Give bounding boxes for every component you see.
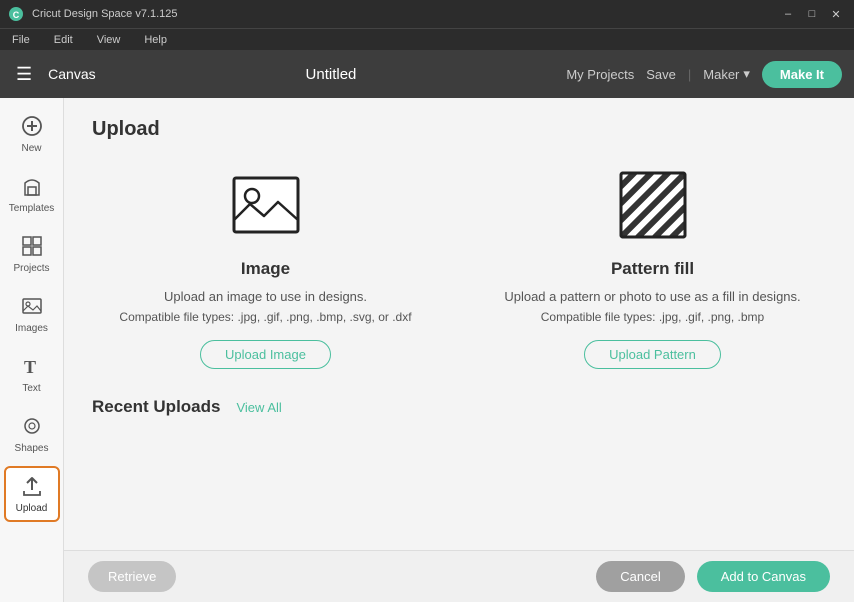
window-controls: – □ ✕	[778, 6, 846, 22]
pattern-option-desc: Upload a pattern or photo to use as a fi…	[504, 289, 800, 304]
my-projects-link[interactable]: My Projects	[566, 67, 634, 82]
maker-chevron-icon: ▾	[743, 66, 750, 82]
sidebar-item-templates-label: Templates	[9, 203, 55, 214]
pattern-option-compat: Compatible file types: .jpg, .gif, .png,…	[541, 310, 764, 324]
new-icon	[21, 115, 43, 141]
minimize-button[interactable]: –	[778, 6, 798, 22]
bottom-bar: Retrieve Cancel Add to Canvas	[64, 550, 854, 602]
retrieve-button[interactable]: Retrieve	[88, 561, 176, 592]
close-button[interactable]: ✕	[826, 6, 846, 22]
menu-edit[interactable]: Edit	[50, 32, 77, 48]
hamburger-button[interactable]: ☰	[12, 60, 36, 89]
sidebar-item-projects[interactable]: Projects	[4, 226, 60, 282]
upload-panel: Upload Image Upload an image to use in d…	[64, 98, 854, 550]
projects-icon	[21, 235, 43, 261]
image-option-name: Image	[241, 259, 290, 279]
menu-help[interactable]: Help	[140, 32, 171, 48]
upload-panel-title: Upload	[92, 118, 826, 141]
sidebar-item-images[interactable]: Images	[4, 286, 60, 342]
maker-label: Maker	[703, 67, 739, 82]
cancel-button[interactable]: Cancel	[596, 561, 684, 592]
shapes-icon	[21, 415, 43, 441]
maker-button[interactable]: Maker ▾	[703, 66, 750, 82]
pattern-option-name: Pattern fill	[611, 259, 694, 279]
sidebar-item-upload[interactable]: Upload	[4, 466, 60, 522]
menu-bar: File Edit View Help	[0, 28, 854, 50]
images-icon	[21, 295, 43, 321]
sidebar-item-shapes[interactable]: Shapes	[4, 406, 60, 462]
text-icon: T	[21, 355, 43, 381]
upload-options: Image Upload an image to use in designs.…	[92, 165, 826, 369]
title-bar: C Cricut Design Space v7.1.125 – □ ✕	[0, 0, 854, 28]
app-logo-icon: C	[8, 6, 24, 22]
bottom-right: Cancel Add to Canvas	[596, 561, 830, 592]
title-bar-left: C Cricut Design Space v7.1.125	[8, 6, 178, 22]
add-to-canvas-button[interactable]: Add to Canvas	[697, 561, 830, 592]
sidebar-item-text-label: Text	[22, 383, 40, 394]
upload-pattern-icon	[613, 165, 693, 245]
upload-image-option: Image Upload an image to use in designs.…	[92, 165, 439, 369]
sidebar: New Templates Projects	[0, 98, 64, 602]
upload-pattern-option: Pattern fill Upload a pattern or photo t…	[479, 165, 826, 369]
content-area: Upload Image Upload an image to use in d…	[64, 98, 854, 602]
image-option-compat: Compatible file types: .jpg, .gif, .png,…	[119, 310, 411, 324]
svg-text:T: T	[24, 357, 36, 377]
recent-uploads-title: Recent Uploads	[92, 397, 220, 417]
menu-view[interactable]: View	[93, 32, 125, 48]
upload-pattern-button[interactable]: Upload Pattern	[584, 340, 721, 369]
main-area: New Templates Projects	[0, 98, 854, 602]
maximize-button[interactable]: □	[802, 6, 822, 22]
make-it-button[interactable]: Make It	[762, 61, 842, 88]
sidebar-item-images-label: Images	[15, 323, 48, 334]
svg-text:C: C	[13, 10, 20, 20]
project-title: Untitled	[306, 66, 357, 83]
save-link[interactable]: Save	[646, 67, 676, 82]
sidebar-item-text[interactable]: T Text	[4, 346, 60, 402]
sidebar-item-new-label: New	[21, 143, 41, 154]
upload-icon	[21, 475, 43, 501]
sidebar-item-projects-label: Projects	[13, 263, 49, 274]
sidebar-item-upload-label: Upload	[16, 503, 48, 514]
sidebar-item-templates[interactable]: Templates	[4, 166, 60, 222]
menu-file[interactable]: File	[8, 32, 34, 48]
app-header: ☰ Canvas Untitled My Projects Save | Mak…	[0, 50, 854, 98]
header-right: My Projects Save | Maker ▾ Make It	[566, 61, 842, 88]
view-all-link[interactable]: View All	[236, 400, 281, 415]
header-center: Untitled	[96, 66, 567, 83]
header-left: ☰ Canvas	[12, 60, 96, 89]
templates-icon	[21, 175, 43, 201]
sidebar-item-new[interactable]: New	[4, 106, 60, 162]
upload-image-button[interactable]: Upload Image	[200, 340, 331, 369]
sidebar-item-shapes-label: Shapes	[15, 443, 49, 454]
bottom-left: Retrieve	[88, 561, 176, 592]
image-option-desc: Upload an image to use in designs.	[164, 289, 367, 304]
canvas-label: Canvas	[48, 66, 95, 82]
header-divider: |	[688, 67, 691, 82]
recent-section: Recent Uploads View All	[92, 397, 826, 417]
app-title: Cricut Design Space v7.1.125	[32, 8, 178, 20]
upload-image-icon	[226, 165, 306, 245]
